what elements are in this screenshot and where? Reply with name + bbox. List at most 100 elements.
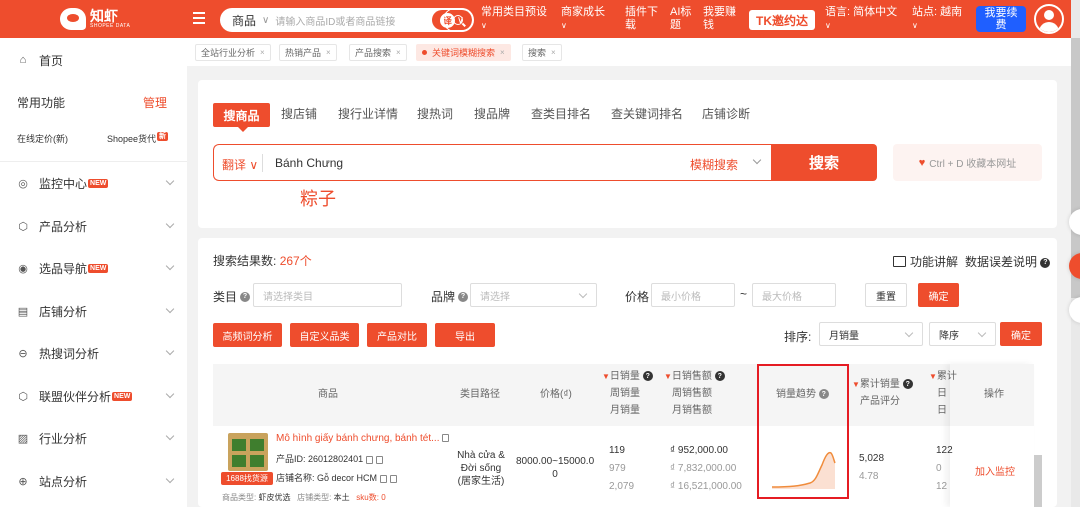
sort-desc-icon: ▼ — [929, 372, 937, 381]
search-button[interactable]: 搜索 — [771, 144, 877, 181]
tab-keyword-rank[interactable]: 查关键词排名 — [611, 105, 683, 122]
chevron-down-icon — [165, 474, 175, 484]
store-icon: ▤ — [17, 305, 29, 318]
sidebar-item-product-analysis[interactable]: ⬡ 产品分析 — [0, 212, 187, 240]
max-price-input[interactable]: 最大价格 — [752, 283, 836, 307]
search-type-select[interactable]: 商品 — [232, 12, 256, 29]
shop-name: 店铺名称: Gỗ decor HCM — [276, 471, 398, 484]
avatar[interactable] — [1034, 4, 1064, 34]
top-search-box[interactable]: 商品 ∨ 请输入商品ID或者商品链接 译 ∨ — [220, 8, 474, 32]
sidebar-item-selection-nav[interactable]: ◉ 选品导航 NEW — [0, 254, 187, 282]
chevron-down-icon: ∨ — [561, 21, 567, 30]
translate-select[interactable]: 翻译 ∨ — [222, 156, 258, 173]
quick-link-pricing[interactable]: 在线定价(新) — [17, 132, 68, 145]
feature-guide-link[interactable]: 功能讲解 — [893, 253, 958, 270]
top-search-input[interactable]: 请输入商品ID或者商品链接 — [275, 13, 401, 28]
partner-icon: ⬡ — [18, 390, 28, 403]
category-select[interactable]: 请选择类目 — [253, 283, 402, 307]
tab-industry[interactable]: 全站行业分析 × — [195, 44, 271, 61]
manage-link[interactable]: 管理 — [143, 94, 167, 111]
tab-store-diagnosis[interactable]: 店铺诊断 — [702, 105, 750, 122]
search-mode-select[interactable]: 模糊搜索 — [690, 156, 738, 173]
logo[interactable]: 知虾 SHOPEE DATA — [60, 5, 130, 33]
tab-search-stores[interactable]: 搜店铺 — [281, 105, 317, 122]
header-total-sales[interactable]: ▼累计销量 ? 产品评分 — [852, 376, 913, 410]
filter-confirm-button[interactable]: 确定 — [918, 283, 959, 307]
nav-ai-title[interactable]: AI标 题 — [670, 6, 691, 32]
brand-select[interactable]: 请选择 — [470, 283, 597, 307]
sidebar-item-store-analysis[interactable]: ▤ 店铺分析 — [0, 297, 187, 325]
nav-plugin-download[interactable]: 插件下 载 — [625, 6, 658, 32]
tab-product-search[interactable]: 产品搜索 × — [349, 44, 407, 61]
quick-link-shopee-forwarder[interactable]: Shopee货代新 — [107, 132, 169, 145]
chevron-down-icon — [578, 289, 588, 299]
close-icon[interactable]: × — [500, 48, 505, 57]
tk-invite-button[interactable]: TK邀约达 — [749, 10, 815, 30]
nav-merchant-growth[interactable]: 商家成长 ∨ — [561, 6, 605, 30]
keyword-input[interactable]: Bánh Chưng — [275, 156, 343, 170]
sidebar-item-home[interactable]: ⌂ 首页 — [0, 46, 187, 74]
tab-keyword-fuzzy-search[interactable]: 关键词模糊搜索 × — [416, 44, 511, 61]
sidebar-item-site-analysis[interactable]: ⊕ 站点分析 — [0, 467, 187, 495]
product-title-link[interactable]: Mô hình giấy bánh chưng, bánh tét... — [276, 433, 450, 444]
external-link-icon[interactable] — [390, 474, 398, 483]
custom-category-button[interactable]: 自定义品类 — [290, 323, 359, 347]
tab-search-industry[interactable]: 搜行业详情 — [338, 105, 398, 122]
tab-search-brands[interactable]: 搜品牌 — [474, 105, 510, 122]
shrimp-logo-icon — [60, 8, 86, 30]
copy-icon[interactable] — [442, 434, 450, 443]
revenue-values: ₫ 952,000.00 ₫ 7,832,000.00 ₫ 16,521,000… — [670, 445, 742, 492]
sort-desc-icon: ▼ — [664, 372, 672, 381]
data-error-link[interactable]: 数据误差说明 ? — [965, 253, 1051, 270]
sidebar-divider — [0, 161, 187, 162]
close-icon[interactable]: × — [551, 48, 556, 57]
product-compare-button[interactable]: 产品对比 — [367, 323, 427, 347]
close-icon[interactable]: × — [396, 48, 401, 57]
sidebar-item-monitor[interactable]: ◎ 监控中心 NEW — [0, 169, 187, 197]
help-icon: ? — [642, 371, 653, 382]
tab-category-rank[interactable]: 查类目排名 — [531, 105, 591, 122]
sidebar-item-hot-search[interactable]: ⊖ 热搜词分析 — [0, 339, 187, 367]
sort-confirm-button[interactable]: 确定 — [1000, 322, 1042, 346]
help-icon: ? — [902, 379, 913, 390]
category-filter-label: 类目? — [213, 288, 251, 305]
chevron-down-icon — [165, 219, 175, 229]
close-icon[interactable]: × — [326, 48, 331, 57]
header-operations: 操作 — [984, 389, 1004, 400]
external-link-icon[interactable] — [376, 455, 384, 464]
header-sales[interactable]: ▼日销量 ? 周销量 月销量 — [602, 368, 653, 419]
sort-field-select[interactable]: 月销量 — [819, 322, 923, 346]
table-scrollbar[interactable] — [1034, 455, 1042, 507]
reset-button[interactable]: 重置 — [865, 283, 907, 307]
copy-icon[interactable] — [366, 455, 374, 464]
source-1688-tag[interactable]: 1688找货源 — [221, 472, 273, 485]
tab-search-products[interactable]: 搜商品 — [213, 103, 270, 132]
site-select[interactable]: 站点: 越南 ∨ — [912, 6, 962, 30]
add-monitor-link[interactable]: 加入监控 — [975, 463, 1015, 478]
tab-hot-products[interactable]: 热销产品 × — [279, 44, 337, 61]
tab-search-hot-words[interactable]: 搜热词 — [417, 105, 453, 122]
header-category: 类目路径 — [460, 389, 500, 400]
min-price-input[interactable]: 最小价格 — [651, 283, 735, 307]
copy-icon[interactable] — [380, 474, 388, 483]
nav-category-preset[interactable]: 常用类目预设 ∨ — [481, 6, 547, 30]
sort-order-select[interactable]: 降序 — [929, 322, 996, 346]
top-search-button[interactable] — [443, 8, 473, 32]
language-select[interactable]: 语言: 简体中文 ∨ — [825, 6, 897, 30]
help-icon: ? — [714, 371, 725, 382]
sales-values: 119 979 2,079 — [609, 445, 635, 492]
renew-button[interactable]: 我要续 费 — [976, 6, 1026, 32]
close-icon[interactable]: × — [260, 48, 265, 57]
keyword-frequency-button[interactable]: 高频词分析 — [213, 323, 282, 347]
header-price[interactable]: 价格(₫) — [540, 386, 572, 403]
menu-toggle-icon[interactable] — [193, 12, 205, 24]
nav-earn-money[interactable]: 我要赚 钱 — [703, 6, 736, 32]
product-thumbnail[interactable] — [228, 433, 268, 471]
export-button[interactable]: 导出 — [435, 323, 495, 347]
header-revenue[interactable]: ▼日销售额 ? 周销售额 月销售额 — [664, 368, 725, 419]
sidebar-item-industry-analysis[interactable]: ▨ 行业分析 — [0, 424, 187, 452]
sidebar-item-partner-analysis[interactable]: ⬡ 联盟伙伴分析 NEW — [0, 382, 187, 410]
tab-search[interactable]: 搜索 × — [522, 44, 562, 61]
price-filter-label: 价格 — [625, 290, 650, 304]
header-product: 商品 — [318, 389, 338, 400]
